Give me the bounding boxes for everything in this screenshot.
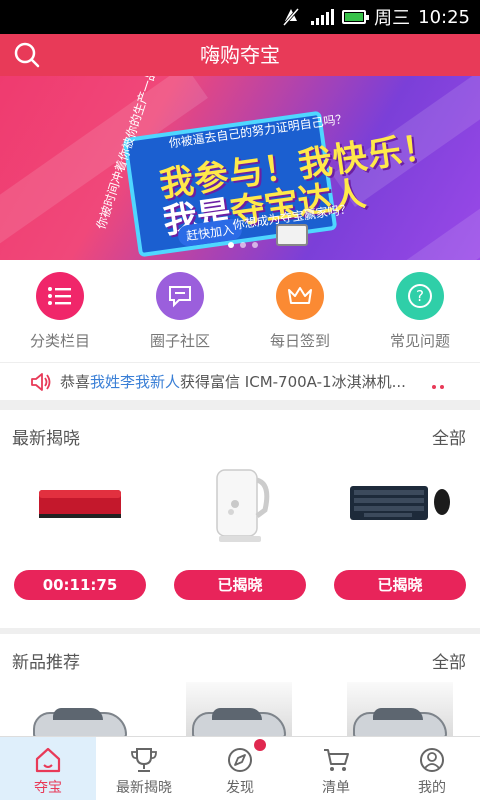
- signal-icon: [311, 9, 335, 25]
- tab-discover[interactable]: 发现: [192, 737, 288, 800]
- tab-label: 夺宝: [34, 780, 62, 796]
- hard-drive-image: [39, 490, 121, 518]
- bottom-tab-bar: 夺宝 最新揭晓 发现 清单 我的: [0, 736, 480, 800]
- tab-label: 清单: [322, 780, 350, 796]
- new-products-section: 新品推荐 全部: [0, 634, 480, 738]
- countdown-button[interactable]: 00:11:75: [14, 570, 146, 600]
- cart-icon: [324, 749, 349, 771]
- speaker-icon: [31, 372, 51, 391]
- pager-dot: [228, 242, 234, 248]
- section-title: 最新揭晓: [12, 429, 80, 449]
- car-card[interactable]: [27, 682, 133, 738]
- winner-ticker[interactable]: 恭喜 我姓李我新人 获得富信 ICM-700A-1冰淇淋机...: [0, 362, 480, 408]
- view-all-link[interactable]: 全部: [432, 648, 466, 673]
- ticker-prefix: 恭喜: [60, 373, 91, 391]
- shortcut-label: 常见问题: [389, 332, 450, 350]
- notification-icon: [282, 8, 300, 26]
- status-day: 周三: [374, 8, 411, 29]
- svg-text:?: ?: [416, 287, 424, 305]
- tab-mine[interactable]: 我的: [384, 737, 480, 800]
- shortcut-community[interactable]: 圈子社区: [120, 260, 240, 362]
- section-title: 新品推荐: [12, 653, 80, 673]
- tab-label: 发现: [226, 780, 254, 796]
- shortcut-label: 分类栏目: [29, 332, 90, 350]
- latest-section: 最新揭晓 全部 00:11:75 已揭晓 已揭晓: [0, 410, 480, 628]
- user-icon: [420, 748, 444, 772]
- tab-label: 最新揭晓: [116, 780, 172, 796]
- chat-icon: [156, 272, 204, 320]
- app-bar: 嗨购夺宝: [0, 34, 480, 76]
- car-card[interactable]: [347, 682, 453, 738]
- tab-home[interactable]: 夺宝: [0, 737, 96, 800]
- car-card[interactable]: [186, 682, 292, 738]
- product-card[interactable]: 已揭晓: [320, 458, 480, 618]
- pager-dot: [252, 242, 258, 248]
- ticker-winner-name[interactable]: 我姓李我新人: [90, 371, 180, 392]
- banner-pager: [228, 242, 258, 248]
- compass-icon: [228, 748, 252, 772]
- product-card[interactable]: 已揭晓: [160, 458, 320, 618]
- phone-icon: [276, 224, 308, 246]
- crown-icon: [276, 272, 324, 320]
- page-title: 嗨购夺宝: [200, 43, 280, 67]
- status-time: 10:25: [418, 6, 470, 28]
- shortcut-category[interactable]: 分类栏目: [0, 260, 120, 362]
- promo-banner[interactable]: 你被逼去自己的努力证明自己吗？ 你被时间冲着你被你的生产一品吗？ 我参与！我快乐…: [0, 76, 480, 260]
- pager-dot: [240, 242, 246, 248]
- shortcut-checkin[interactable]: 每日签到: [240, 260, 360, 362]
- view-all-link[interactable]: 全部: [432, 424, 466, 449]
- shortcut-label: 圈子社区: [149, 332, 210, 350]
- ticker-message: 获得富信 ICM-700A-1冰淇淋机...: [180, 373, 406, 391]
- trophy-icon: [131, 748, 157, 772]
- battery-icon: [342, 10, 370, 24]
- status-bar: 周三 10:25: [0, 0, 480, 34]
- kettle-image: [216, 469, 270, 542]
- shortcut-faq[interactable]: ? 常见问题: [360, 260, 480, 362]
- list-icon: [36, 272, 84, 320]
- shortcut-label: 每日签到: [269, 332, 330, 350]
- shortcut-row: 分类栏目 圈子社区 每日签到 ? 常见问题: [0, 260, 480, 362]
- product-card[interactable]: 00:11:75: [0, 458, 160, 618]
- ticker-pager: [432, 385, 444, 389]
- tab-cart[interactable]: 清单: [288, 737, 384, 800]
- tab-label: 我的: [418, 780, 446, 796]
- keyboard-mouse-image: [350, 486, 450, 520]
- revealed-button[interactable]: 已揭晓: [174, 570, 306, 600]
- question-icon: ?: [396, 272, 444, 320]
- tab-latest[interactable]: 最新揭晓: [96, 737, 192, 800]
- notification-badge: [254, 739, 266, 751]
- home-icon: [35, 747, 61, 773]
- revealed-button[interactable]: 已揭晓: [334, 570, 466, 600]
